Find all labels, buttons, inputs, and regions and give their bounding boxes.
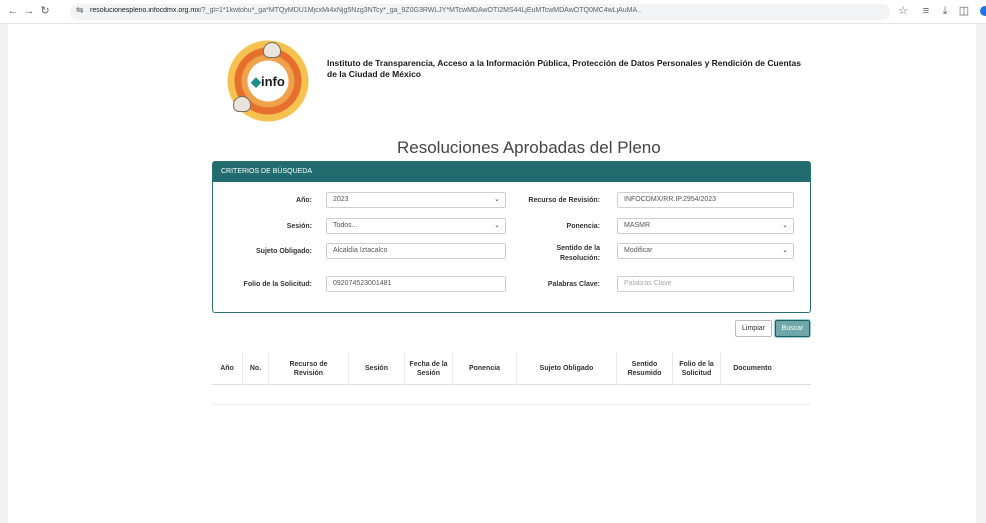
sentido-select[interactable]: Modificar ⌄ (617, 243, 794, 259)
column-header[interactable]: Recurso de Revisión (268, 352, 348, 385)
page-title: Resoluciones Aprobadas del Pleno (397, 138, 661, 157)
skull-decoration-icon (233, 96, 251, 112)
chevron-down-icon: ⌄ (494, 222, 500, 229)
institution-name: Instituto de Transparencia, Acceso a la … (327, 58, 801, 79)
sentido-label: Sentido de la Resolución: (556, 245, 600, 262)
ano-label: Año: (296, 197, 312, 204)
column-header[interactable]: Sesión (348, 352, 404, 385)
sujeto-input[interactable]: Alcaldía Iztacalco (326, 243, 506, 259)
ano-select[interactable]: 2023 ⌄ (326, 192, 506, 208)
limpiar-button[interactable]: Limpiar (735, 320, 772, 337)
sujeto-label: Sujeto Obligado: (256, 248, 312, 255)
browser-toolbar: ← → ↻ ⇋ resolucionespleno.infocdmx.org.m… (0, 0, 986, 24)
recurso-label: Recurso de Revisión: (528, 197, 600, 204)
column-header[interactable]: Ponencia (452, 352, 516, 385)
side-panel-icon[interactable]: ◫ (957, 4, 971, 18)
ponencia-select[interactable]: MASMR ⌄ (617, 218, 794, 234)
skull-decoration-icon (263, 42, 281, 58)
buscar-button[interactable]: Buscar (775, 320, 810, 337)
bookmark-star-icon[interactable]: ☆ (896, 4, 910, 18)
url-text: resolucionespleno.infocdmx.org.mx/?_gl=1… (90, 7, 642, 14)
sesion-select[interactable]: Todos... ⌄ (326, 218, 506, 234)
forward-icon[interactable]: → (22, 4, 36, 18)
reading-list-icon[interactable]: ≡ (919, 4, 933, 18)
column-header[interactable]: Folio de la Solicitud (672, 352, 720, 385)
recurso-input[interactable]: INFOCDMX/RR.IP.2954/2023 (617, 192, 794, 208)
download-icon[interactable]: ⤓ (938, 4, 952, 18)
folio-label: Folio de la Solicitud: (243, 281, 312, 288)
sesion-label: Sesión: (286, 223, 312, 230)
address-bar[interactable]: ⇋ resolucionespleno.infocdmx.org.mx/?_gl… (70, 4, 890, 20)
ponencia-label: Ponencia: (566, 223, 600, 230)
column-header[interactable]: Documento (720, 352, 784, 385)
reload-icon[interactable]: ↻ (38, 4, 52, 18)
site-info-icon[interactable]: ⇋ (76, 5, 84, 16)
chevron-down-icon: ⌄ (782, 222, 788, 229)
column-header[interactable]: Sujeto Obligado (516, 352, 616, 385)
palabras-clave-input[interactable]: Palabras Clave (617, 276, 794, 292)
info-icon: ◆ (251, 74, 261, 89)
palabras-label: Palabras Clave: (547, 281, 600, 288)
infocdmx-logo: ◆info (225, 38, 311, 124)
panel-heading: CRITERIOS DE BÚSQUEDA (213, 162, 810, 182)
back-icon[interactable]: ← (6, 4, 20, 18)
column-header[interactable]: Año (212, 352, 242, 385)
column-header[interactable]: No. (242, 352, 268, 385)
folio-input[interactable]: 092074523001481 (326, 276, 506, 292)
column-header[interactable]: Fecha de la Sesión (404, 352, 452, 385)
column-header[interactable]: Sentido Resumido (616, 352, 672, 385)
profile-avatar[interactable] (980, 6, 986, 16)
chevron-down-icon: ⌄ (494, 196, 500, 203)
chevron-down-icon: ⌄ (782, 247, 788, 254)
results-table-header: Año No. Recurso de Revisión Sesión Fecha … (212, 352, 811, 385)
logo-wordmark: ◆info (251, 74, 285, 89)
table-divider (212, 404, 811, 405)
